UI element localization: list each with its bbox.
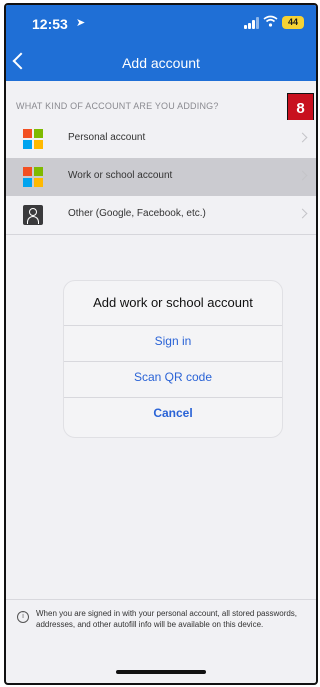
location-arrow-icon: ➤ [76, 17, 86, 29]
status-time: 12:53 [32, 16, 68, 32]
list-item-label: Other (Google, Facebook, etc.) [68, 208, 206, 219]
autofill-info-footer: i When you are signed in with your perso… [6, 599, 316, 660]
footer-text: When you are signed in with your persona… [36, 609, 298, 629]
cellular-signal-icon [244, 17, 262, 29]
wifi-icon [263, 15, 278, 30]
scan-qr-code-button[interactable]: Scan QR code [64, 361, 282, 392]
list-item-work-or-school-account[interactable]: Work or school account [6, 158, 316, 197]
chevron-right-icon [297, 170, 308, 181]
person-icon [23, 205, 43, 225]
home-indicator[interactable] [116, 670, 206, 674]
section-header: WHAT KIND OF ACCOUNT ARE YOU ADDING? [16, 101, 219, 111]
list-item-label: Work or school account [68, 170, 173, 181]
add-work-account-dialog: Add work or school account Sign in Scan … [63, 280, 283, 438]
step-number-badge: 8 [287, 93, 314, 123]
page-title: Add account [122, 55, 200, 71]
navigation-bar: Add account [6, 45, 316, 81]
status-bar: 12:53 ➤ 44 [6, 5, 316, 45]
cancel-button[interactable]: Cancel [64, 397, 282, 428]
chevron-right-icon [297, 132, 308, 143]
list-item-personal-account[interactable]: Personal account [6, 120, 316, 159]
chevron-right-icon [297, 208, 308, 219]
microsoft-logo-icon [23, 167, 43, 187]
info-icon: i [17, 611, 29, 623]
list-item-other-account[interactable]: Other (Google, Facebook, etc.) [6, 196, 316, 235]
sign-in-button[interactable]: Sign in [64, 325, 282, 356]
phone-screen: 12:53 ➤ 44 Add account WHAT KIND OF ACCO… [4, 3, 318, 685]
microsoft-logo-icon [23, 129, 43, 149]
list-item-label: Personal account [68, 132, 146, 143]
dialog-title: Add work or school account [93, 295, 253, 310]
battery-icon: 44 [282, 16, 304, 29]
